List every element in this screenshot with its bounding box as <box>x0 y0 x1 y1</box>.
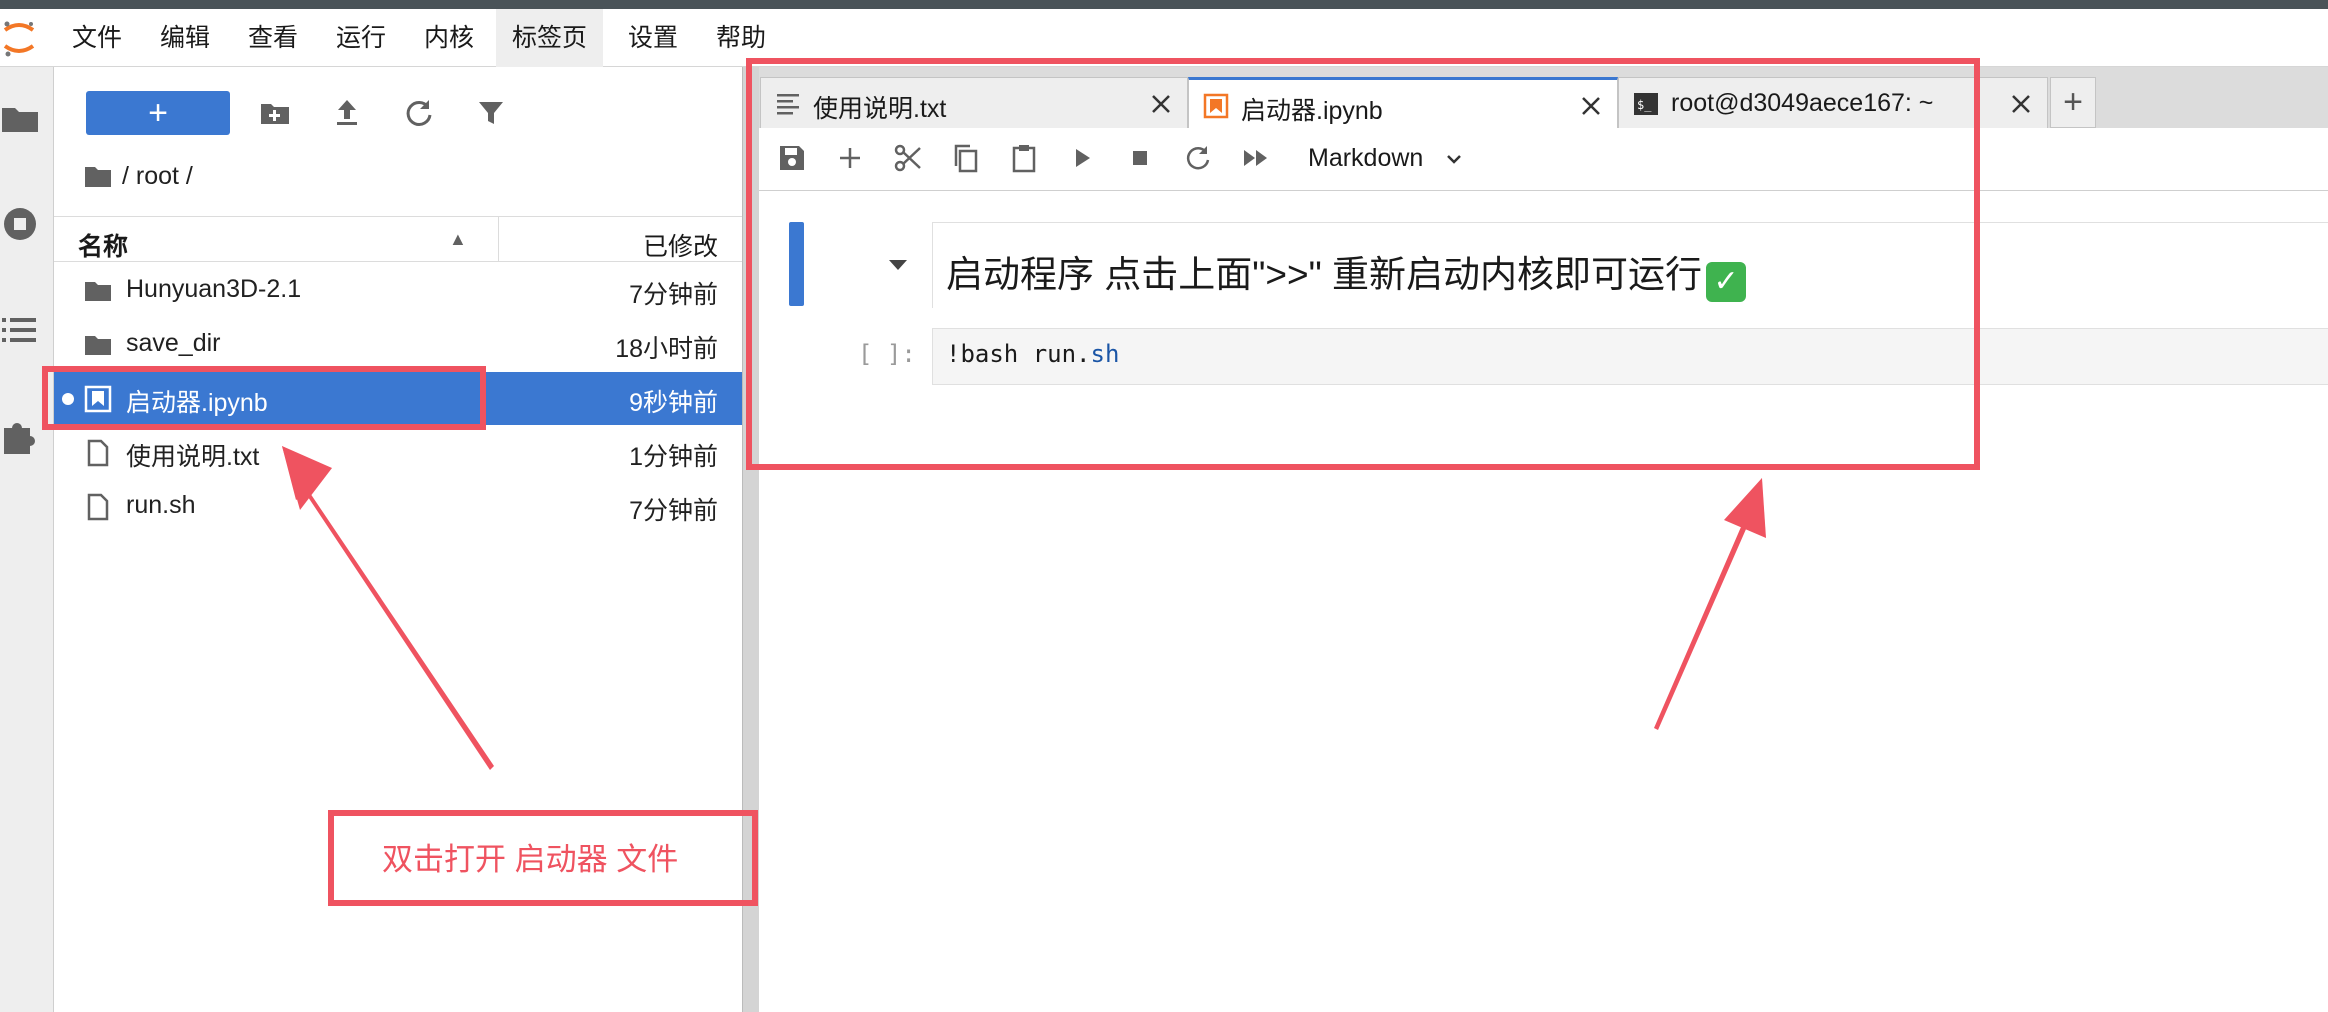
annotation-arrows <box>282 446 1766 770</box>
arrow-to-file-icon <box>282 446 494 770</box>
arrow-to-notebook-icon <box>1654 478 1766 730</box>
